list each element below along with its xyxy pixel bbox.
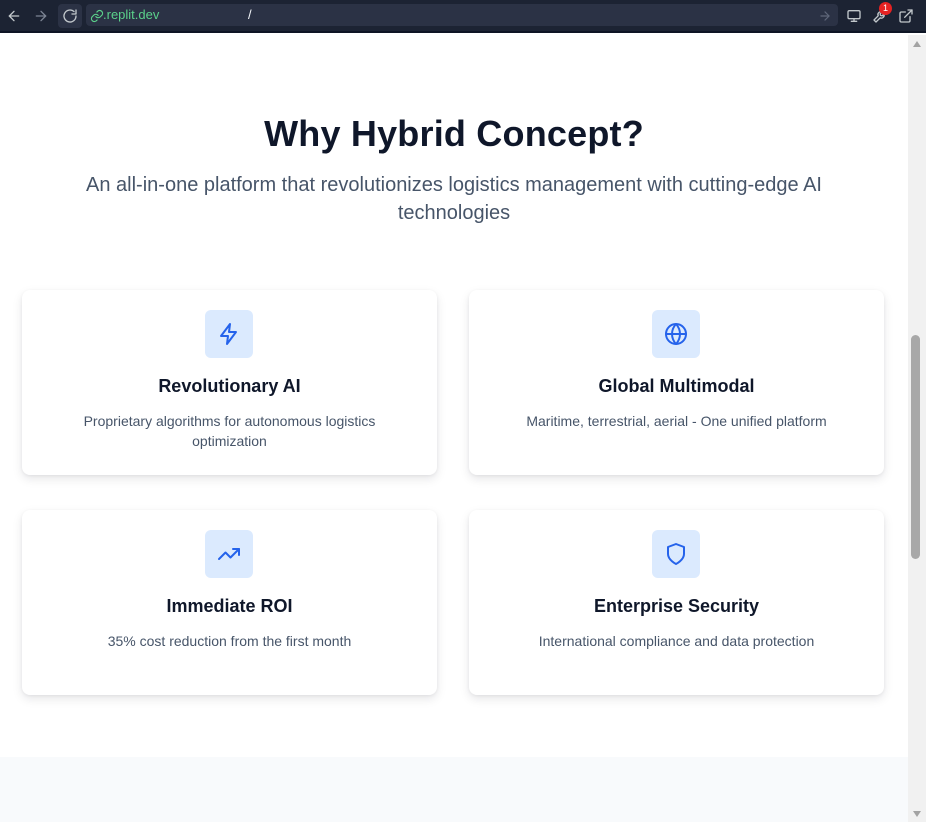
go-arrow-icon[interactable] [818,8,832,22]
page-scrollbar[interactable] [908,35,926,822]
feature-description: Maritime, terrestrial, aerial - One unif… [526,413,827,429]
scroll-up-arrow-icon[interactable] [913,41,921,47]
globe-icon [665,323,687,345]
arrow-right-icon [35,10,47,22]
feature-description: 35% cost reduction from the first month [107,633,352,649]
feature-title: Enterprise Security [593,596,760,616]
devices-button[interactable] [842,4,866,28]
feature-description: International compliance and data protec… [538,633,815,649]
feature-title: Immediate ROI [166,596,293,616]
section-subtitle: An all-in-one platform that revolutioniz… [86,174,822,224]
external-link-icon [899,9,913,23]
lightning-icon [220,323,237,345]
scroll-down-arrow-icon[interactable] [913,811,921,817]
reload-button[interactable] [58,4,82,28]
open-new-tab-button[interactable] [894,4,918,28]
trending-up-icon [218,548,240,560]
browser-toolbar: .replit.dev / 1 [0,0,926,33]
feature-icon-box [652,310,700,358]
section-heading: Why Hybrid Concept? [264,113,644,154]
feature-title: Global Multimodal [598,376,755,396]
url-host: .replit.dev [103,7,160,22]
shield-icon [667,543,685,565]
back-button[interactable] [2,4,26,28]
scrollbar-thumb[interactable] [911,335,920,559]
feature-card-global-multimodal: Global Multimodal Maritime, terrestrial,… [469,290,884,475]
feature-icon-box [652,530,700,578]
feature-title: Revolutionary AI [158,376,301,396]
feature-icon-box [205,310,253,358]
link-icon [90,8,104,23]
feature-card-enterprise-security: Enterprise Security International compli… [469,510,884,695]
forward-button[interactable] [29,4,53,28]
arrow-left-icon [8,10,20,22]
notification-badge: 1 [879,2,892,15]
monitor-icon [847,10,861,22]
feature-icon-box [205,530,253,578]
page-content: Why Hybrid Concept? An all-in-one platfo… [0,35,908,822]
feature-card-revolutionary-ai: Revolutionary AI Proprietary algorithms … [22,290,437,475]
reload-icon [63,9,77,23]
next-section-background [0,757,908,822]
feature-card-immediate-roi: Immediate ROI 35% cost reduction from th… [22,510,437,695]
feature-description: Proprietary algorithms for autonomous lo… [83,413,376,449]
url-bar[interactable]: .replit.dev / [86,4,838,26]
url-path: / [248,7,252,22]
